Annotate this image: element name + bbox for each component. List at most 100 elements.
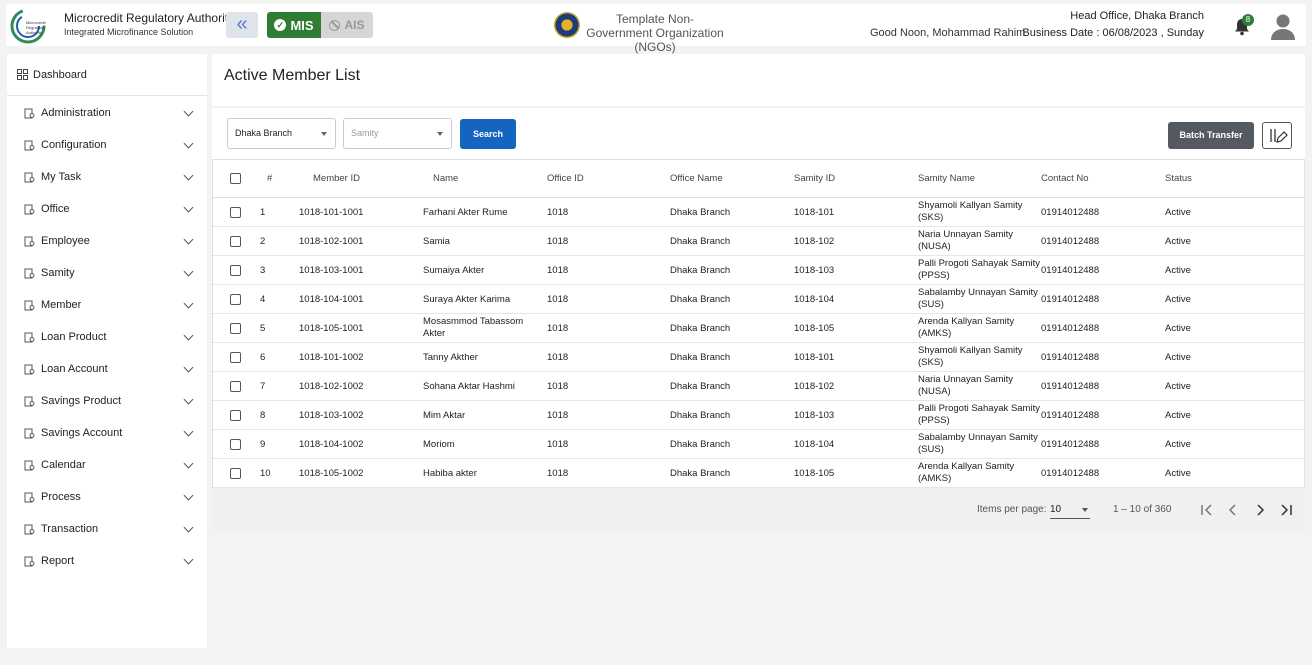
sidebar-item-label: Loan Product	[41, 331, 107, 343]
sidebar-item-savings-product[interactable]: Savings Product	[7, 385, 207, 417]
table-row[interactable]: 6 1018-101-1002 Tanny Akther 1018 Dhaka Bran…	[213, 343, 1304, 372]
mis-toggle-button[interactable]: ✓ MIS	[267, 12, 321, 38]
sidebar-item-label: Calendar	[41, 459, 86, 471]
table-row[interactable]: 10 1018-105-1002 Habiba akter 1018 Dhaka Bra…	[213, 459, 1304, 488]
cell-status: Active	[1165, 410, 1191, 421]
row-checkbox[interactable]	[230, 294, 241, 305]
page-title-bar: Active Member List	[212, 54, 1305, 106]
collapse-sidebar-button[interactable]: «	[226, 12, 258, 38]
column-header[interactable]: Contact No	[1041, 173, 1089, 184]
cell-office-name: Dhaka Branch	[670, 294, 731, 305]
samity-icon	[23, 267, 35, 279]
sidebar-item-loan-product[interactable]: Loan Product	[7, 321, 207, 353]
sidebar-item-employee[interactable]: Employee	[7, 225, 207, 257]
cell-no: 4	[260, 294, 266, 305]
first-page-icon[interactable]	[1198, 501, 1216, 519]
table-row[interactable]: 5 1018-105-1001 Mosasmmod Tabassom Akter 10…	[213, 314, 1304, 343]
sidebar-item-samity[interactable]: Samity	[7, 257, 207, 289]
cell-office-id: 1018	[547, 323, 569, 334]
cell-status: Active	[1165, 468, 1191, 479]
column-header[interactable]: Office Name	[670, 173, 723, 184]
row-checkbox[interactable]	[230, 265, 241, 276]
row-checkbox[interactable]	[230, 439, 241, 450]
report-icon	[23, 555, 35, 567]
sidebar-item-report[interactable]: Report	[7, 545, 207, 577]
page-title: Active Member List	[224, 67, 361, 84]
column-header[interactable]: #	[267, 173, 272, 184]
row-checkbox[interactable]	[230, 323, 241, 334]
row-checkbox[interactable]	[230, 410, 241, 421]
cell-contact: 01914012488	[1041, 294, 1100, 305]
sidebar-item-label: Employee	[41, 235, 90, 247]
process-icon	[23, 491, 35, 503]
cell-samity-id: 1018-105	[794, 323, 835, 334]
row-checkbox[interactable]	[230, 468, 241, 479]
filter-bar: Dhaka Branch Samity Search Batch Transfe…	[212, 108, 1305, 160]
sidebar-item-dashboard[interactable]: Dashboard	[7, 54, 207, 96]
sidebar-item-savings-account[interactable]: Savings Account	[7, 417, 207, 449]
cell-no: 8	[260, 410, 266, 421]
savings-product-icon	[23, 395, 35, 407]
ais-toggle-button[interactable]: AIS	[321, 12, 373, 38]
disabled-icon	[329, 19, 341, 31]
cell-samity-id: 1018-102	[794, 381, 835, 392]
items-per-page-select[interactable]: 10	[1050, 501, 1090, 519]
task-icon	[23, 171, 35, 183]
cell-member-id: 1018-101-1001	[299, 207, 364, 218]
column-header[interactable]: Samity ID	[794, 173, 835, 184]
row-checkbox[interactable]	[230, 381, 241, 392]
sidebar-item-administration[interactable]: Administration	[7, 97, 207, 129]
column-header[interactable]: Name	[433, 173, 458, 184]
cell-status: Active	[1165, 381, 1191, 392]
savings-account-icon	[23, 427, 35, 439]
sidebar-item-office[interactable]: Office	[7, 193, 207, 225]
table-row[interactable]: 7 1018-102-1002 Sohana Aktar Hashmi 1018 Dha…	[213, 372, 1304, 401]
cell-member-id: 1018-104-1001	[299, 294, 364, 305]
column-header[interactable]: Office ID	[547, 173, 584, 184]
select-all-checkbox[interactable]	[230, 173, 241, 184]
row-checkbox[interactable]	[230, 236, 241, 247]
row-checkbox[interactable]	[230, 352, 241, 363]
cell-member-id: 1018-105-1001	[299, 323, 364, 334]
table-row[interactable]: 8 1018-103-1002 Mim Aktar 1018 Dhaka Branch 1…	[213, 401, 1304, 430]
cell-member-id: 1018-103-1001	[299, 265, 364, 276]
previous-page-icon[interactable]	[1224, 501, 1242, 519]
column-header[interactable]: Member ID	[313, 173, 360, 184]
sidebar-item-member[interactable]: Member	[7, 289, 207, 321]
cell-name: Moriom	[423, 439, 455, 450]
sidebar-item-transaction[interactable]: Transaction	[7, 513, 207, 545]
config-icon	[23, 139, 35, 151]
user-avatar-icon[interactable]	[1270, 12, 1296, 40]
cell-samity-id: 1018-105	[794, 468, 835, 479]
last-page-icon[interactable]	[1277, 501, 1295, 519]
cell-member-id: 1018-102-1002	[299, 381, 364, 392]
mis-label: MIS	[290, 17, 314, 33]
sidebar-item-configuration[interactable]: Configuration	[7, 129, 207, 161]
table-row[interactable]: 4 1018-104-1001 Suraya Akter Karima 1018 Dha…	[213, 285, 1304, 314]
cell-office-id: 1018	[547, 381, 569, 392]
table-header: # Member ID Name Office ID Office Name S…	[213, 160, 1304, 198]
search-button[interactable]: Search	[460, 119, 516, 149]
next-page-icon[interactable]	[1251, 501, 1269, 519]
batch-transfer-button[interactable]: Batch Transfer	[1168, 122, 1254, 149]
samity-select[interactable]: Samity	[343, 118, 452, 149]
column-header[interactable]: Samity Name	[918, 173, 975, 184]
table-row[interactable]: 9 1018-104-1002 Moriom 1018 Dhaka Branch 1018…	[213, 430, 1304, 459]
cell-office-name: Dhaka Branch	[670, 381, 731, 392]
sidebar-item-my-task[interactable]: My Task	[7, 161, 207, 193]
table-row[interactable]: 1 1018-101-1001 Farhani Akter Rume 1018 Dhak…	[213, 198, 1304, 227]
row-checkbox[interactable]	[230, 207, 241, 218]
cell-no: 10	[260, 468, 271, 479]
branch-select[interactable]: Dhaka Branch	[227, 118, 336, 149]
chevron-down-icon	[183, 426, 194, 437]
column-settings-button[interactable]	[1262, 122, 1292, 149]
sidebar-item-loan-account[interactable]: Loan Account	[7, 353, 207, 385]
double-chevron-left-icon: «	[236, 13, 248, 35]
table-row[interactable]: 2 1018-102-1001 Samia 1018 Dhaka Branch 1018-…	[213, 227, 1304, 256]
cell-no: 5	[260, 323, 266, 334]
table-row[interactable]: 3 1018-103-1001 Sumaiya Akter 1018 Dhaka Bra…	[213, 256, 1304, 285]
transaction-icon	[23, 523, 35, 535]
sidebar-item-calendar[interactable]: Calendar	[7, 449, 207, 481]
sidebar-item-process[interactable]: Process	[7, 481, 207, 513]
column-header[interactable]: Status	[1165, 173, 1192, 184]
